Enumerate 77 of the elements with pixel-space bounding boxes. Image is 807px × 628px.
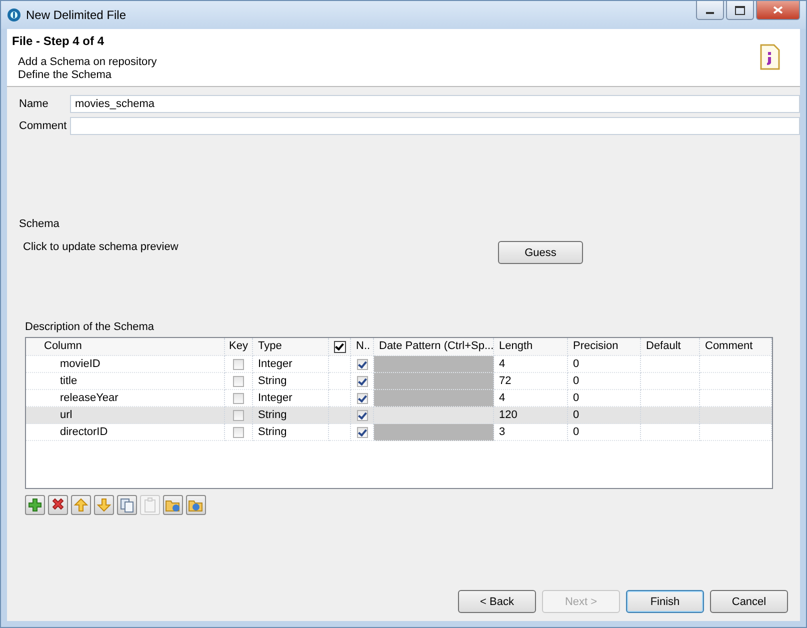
key-checkbox[interactable]	[233, 410, 244, 420]
table-cell: String	[253, 424, 329, 441]
table-cell	[641, 356, 700, 373]
table-cell: 0	[568, 373, 641, 390]
table-cell: url	[26, 407, 225, 424]
minimize-button[interactable]	[696, 1, 724, 20]
toolbar-button[interactable]	[48, 495, 68, 515]
table-cell: directorID	[26, 424, 225, 441]
maximize-button[interactable]	[726, 1, 754, 20]
key-checkbox[interactable]	[233, 358, 244, 370]
table-cell	[641, 373, 700, 390]
close-button[interactable]	[756, 1, 800, 20]
table-title: Description of the Schema	[25, 321, 156, 333]
column-header[interactable]: Default	[641, 338, 700, 356]
column-header[interactable]: Precision	[568, 338, 641, 356]
key-checkbox[interactable]	[233, 392, 244, 404]
column-header[interactable]: Length	[494, 338, 568, 356]
column-header[interactable]: Column	[26, 338, 225, 356]
table-cell: 120	[494, 407, 568, 424]
table-cell	[641, 407, 700, 424]
table-cell: String	[253, 407, 329, 424]
toolbar-button[interactable]	[163, 495, 183, 515]
key-checkbox[interactable]	[233, 426, 244, 438]
dialog-button[interactable]: < Back	[458, 590, 536, 613]
toolbar-button[interactable]	[25, 495, 45, 515]
nullable-checkbox[interactable]	[356, 376, 368, 386]
table-cell	[700, 373, 772, 390]
table-cell	[700, 424, 772, 441]
app-icon	[7, 8, 21, 22]
subtitle: Add a Schema on repository	[17, 56, 157, 69]
table-cell	[700, 407, 772, 424]
close-icon	[773, 6, 783, 14]
schema-label: Schema	[19, 218, 60, 230]
toolbar-button[interactable]	[117, 495, 137, 515]
nullable-checkbox[interactable]	[356, 410, 368, 420]
column-header[interactable]: Key	[225, 338, 253, 356]
up-arrow-icon	[73, 497, 89, 513]
table-cell: 0	[568, 356, 641, 373]
table-cell	[641, 424, 700, 441]
paste-icon	[142, 497, 158, 513]
copy-icon	[119, 497, 135, 513]
name-field[interactable]: movies_schema	[70, 95, 800, 113]
name-label: Name	[18, 98, 50, 110]
toolbar-button[interactable]	[71, 495, 91, 515]
table-cell: Integer	[253, 356, 329, 373]
key-checkbox[interactable]	[233, 376, 244, 386]
down-arrow-icon	[96, 497, 112, 513]
nullable-checkbox[interactable]	[356, 358, 368, 370]
table-cell: 3	[494, 424, 568, 441]
file-icon	[760, 44, 780, 70]
comment-label: Comment	[18, 120, 68, 132]
table-cell: String	[253, 373, 329, 390]
table-cell	[700, 356, 772, 373]
window-title: New Delimited File	[26, 8, 128, 22]
comment-field[interactable]	[70, 117, 800, 135]
table-cell: 4	[494, 356, 568, 373]
table-cell: 72	[494, 373, 568, 390]
nullable-checkbox[interactable]	[356, 426, 368, 438]
column-header[interactable]: Comment	[700, 338, 772, 356]
toolbar-button[interactable]	[94, 495, 114, 515]
header-checkbox[interactable]	[334, 340, 346, 352]
plus-icon	[27, 497, 43, 513]
dialog-button[interactable]: Cancel	[710, 590, 788, 613]
table-cell: 0	[568, 407, 641, 424]
dialog-button[interactable]: Finish	[626, 590, 704, 613]
column-header[interactable]: Date Pattern (Ctrl+Sp...	[374, 338, 494, 356]
nullable-checkbox[interactable]	[356, 392, 368, 404]
column-header[interactable]: Type	[253, 338, 329, 356]
schema-hint: Click to update schema preview	[23, 241, 180, 253]
table-cell: 0	[568, 424, 641, 441]
description: Define the Schema	[17, 69, 113, 82]
guess-button[interactable]: Guess	[498, 241, 583, 264]
column-header[interactable]: N..	[351, 338, 374, 356]
toolbar-button[interactable]	[186, 495, 206, 515]
step-title: File - Step 4 of 4	[12, 34, 106, 48]
table-cell: title	[26, 373, 225, 390]
table-cell: movieID	[26, 356, 225, 373]
